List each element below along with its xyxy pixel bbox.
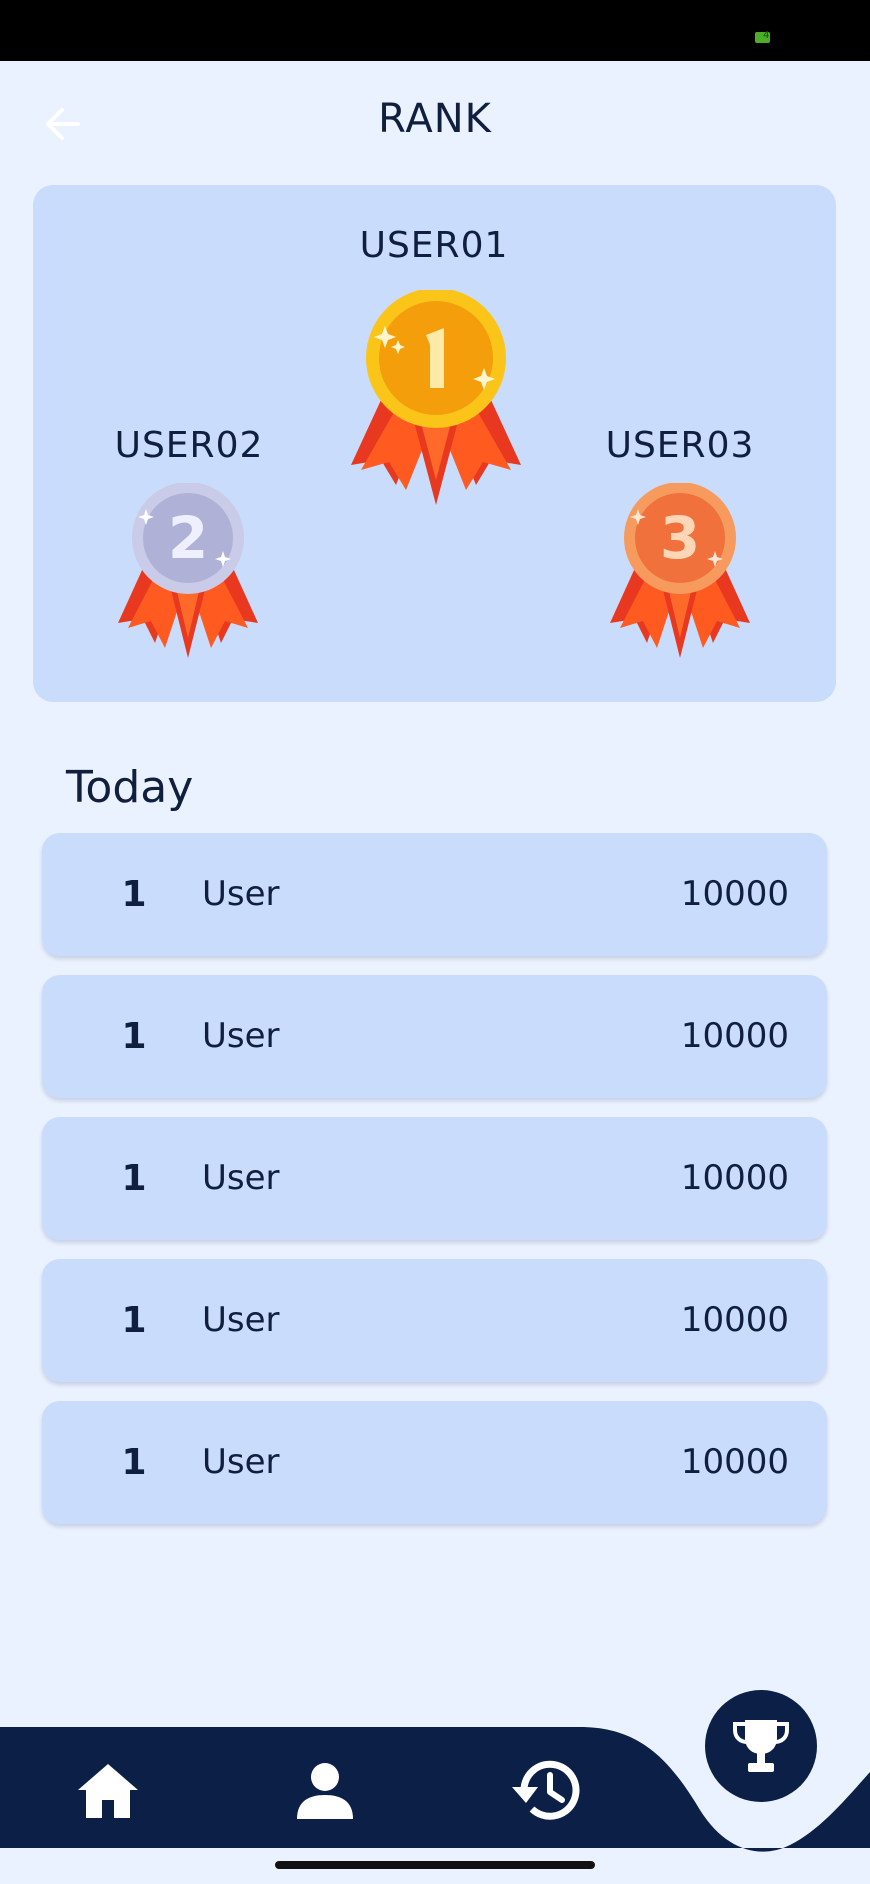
row-rank: 1 xyxy=(121,874,147,915)
row-score: 10000 xyxy=(680,1442,789,1482)
nav-history[interactable] xyxy=(503,1748,587,1832)
battery-level: 4 xyxy=(763,30,770,41)
leaderboard-row[interactable]: 1 User 10000 xyxy=(42,833,827,956)
leaderboard-row[interactable]: 1 User 10000 xyxy=(42,975,827,1098)
row-username: User xyxy=(202,1016,280,1056)
row-username: User xyxy=(202,1442,280,1482)
home-indicator[interactable] xyxy=(275,1861,595,1869)
page-title: RANK xyxy=(378,96,492,142)
status-bar: 4 xyxy=(0,0,870,61)
row-rank: 1 xyxy=(121,1158,147,1199)
row-rank: 1 xyxy=(121,1442,147,1483)
person-icon xyxy=(297,1763,353,1819)
row-score: 10000 xyxy=(680,874,789,914)
section-title: Today xyxy=(66,762,194,813)
row-rank: 1 xyxy=(121,1016,147,1057)
bottom-navigation xyxy=(0,1690,870,1884)
row-username: User xyxy=(202,874,280,914)
row-rank: 1 xyxy=(121,1300,147,1341)
row-score: 10000 xyxy=(680,1300,789,1340)
row-username: User xyxy=(202,1158,280,1198)
silver-medal-icon: 2 xyxy=(118,483,258,658)
leaderboard-row[interactable]: 1 User 10000 xyxy=(42,1117,827,1240)
leaderboard-row[interactable]: 1 User 10000 xyxy=(42,1401,827,1524)
nav-home[interactable] xyxy=(68,1750,148,1830)
top-three-podium: USER01 1 USER02 2 USER03 xyxy=(33,185,836,702)
home-icon xyxy=(78,1764,138,1818)
svg-text:3: 3 xyxy=(660,504,700,572)
row-username: User xyxy=(202,1300,280,1340)
history-icon xyxy=(512,1760,580,1820)
first-place-name: USER01 xyxy=(359,225,509,266)
row-score: 10000 xyxy=(680,1158,789,1198)
svg-text:2: 2 xyxy=(168,504,208,572)
row-score: 10000 xyxy=(680,1016,789,1056)
nav-profile[interactable] xyxy=(285,1750,365,1830)
third-place-name: USER03 xyxy=(605,425,755,466)
leaderboard-row[interactable]: 1 User 10000 xyxy=(42,1259,827,1382)
trophy-icon xyxy=(733,1720,789,1772)
bronze-medal-icon: 3 xyxy=(610,483,750,658)
gold-medal-icon xyxy=(351,290,521,505)
second-place-name: USER02 xyxy=(114,425,264,466)
nav-rank[interactable] xyxy=(705,1690,817,1802)
